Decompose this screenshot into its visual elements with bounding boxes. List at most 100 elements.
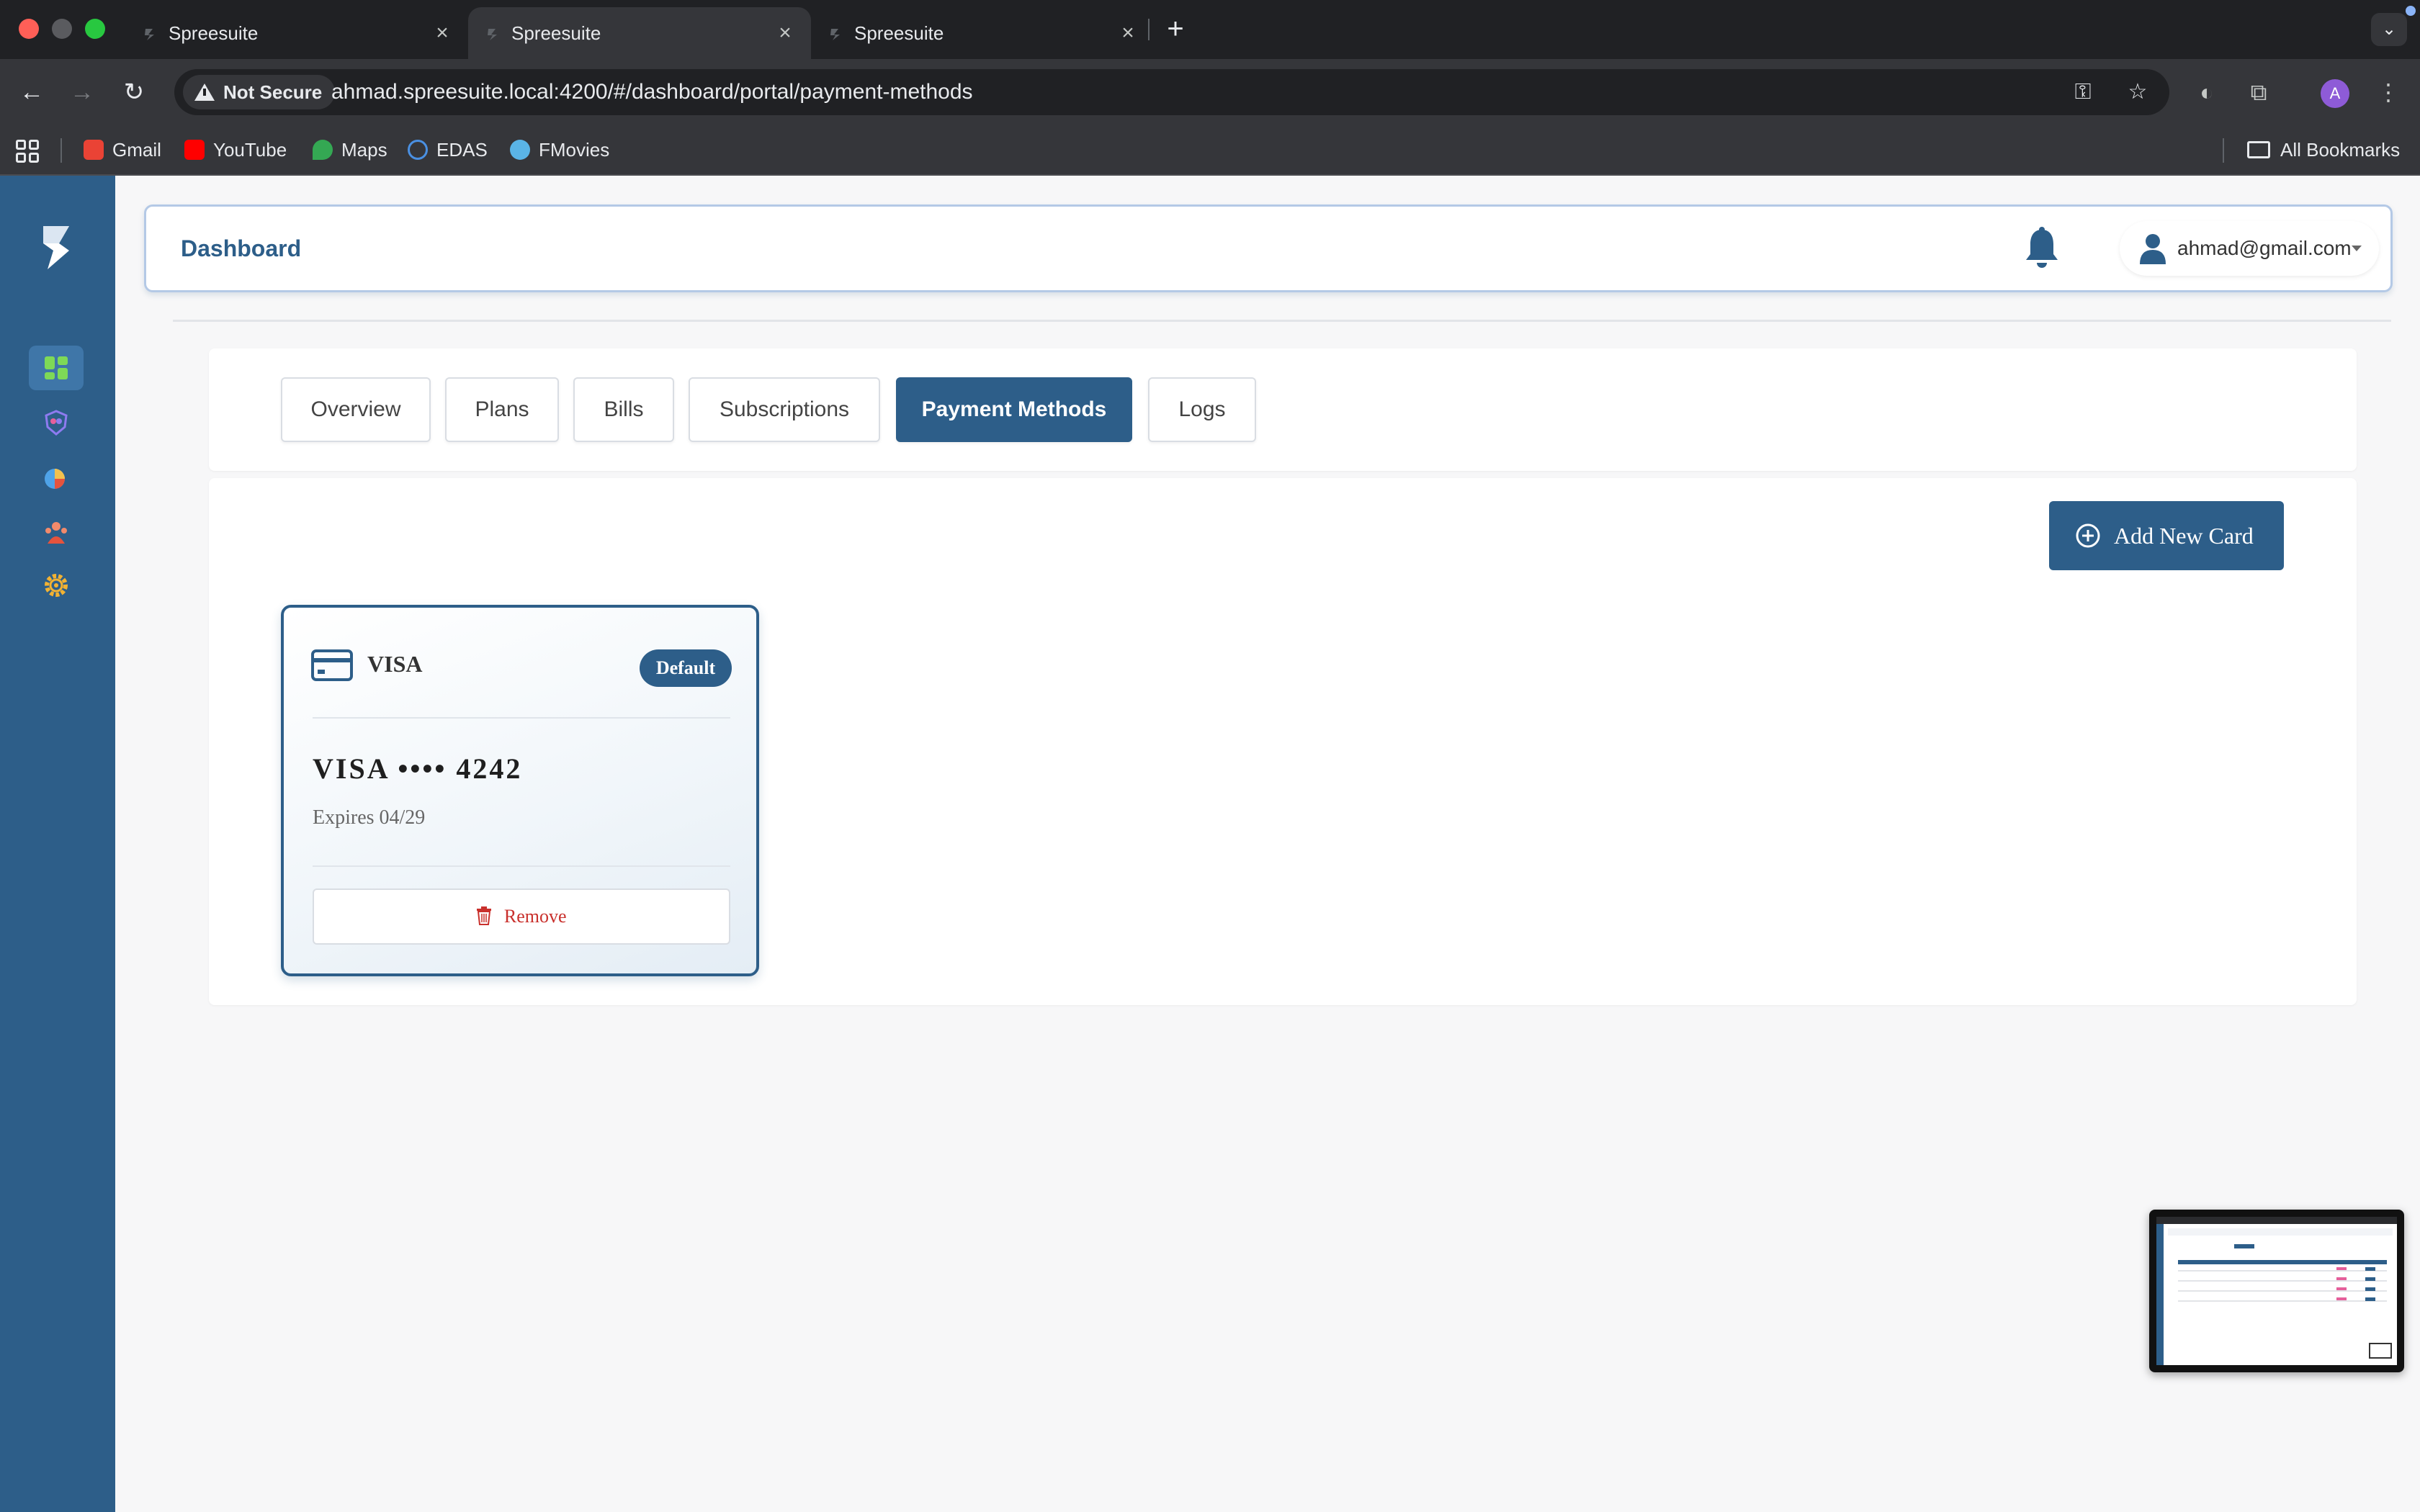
bookmark-fmovies[interactable]: FMovies	[510, 137, 609, 163]
window-minimize-button[interactable]	[52, 19, 72, 39]
payment-methods-panel: Add New Card VISA Default VISA •••• 4242…	[209, 478, 2357, 1005]
trash-icon	[477, 906, 492, 925]
bookmark-label: FMovies	[539, 139, 610, 161]
window-close-button[interactable]	[19, 19, 39, 39]
remove-card-button[interactable]: Remove	[313, 888, 730, 945]
bookmark-star-icon[interactable]: ☆	[2122, 76, 2154, 108]
app-header: Dashboard ahmad@gmail.com	[144, 204, 2393, 292]
url-text: ahmad.spreesuite.local:4200/#/dashboard/…	[331, 80, 973, 104]
spreesuite-favicon-icon	[488, 29, 497, 40]
payment-card: VISA Default VISA •••• 4242 Expires 04/2…	[281, 605, 759, 976]
card-expiry: Expires 04/29	[313, 806, 426, 829]
tab-overview[interactable]: Overview	[281, 377, 431, 442]
spreesuite-logo[interactable]	[37, 222, 75, 274]
folder-icon	[2247, 141, 2270, 158]
dashboard-icon	[45, 356, 68, 379]
spreesuite-favicon-icon	[830, 29, 840, 40]
maps-pin-icon	[313, 140, 333, 160]
tab-logs[interactable]: Logs	[1148, 377, 1256, 442]
password-key-icon[interactable]: ⚿	[2067, 76, 2099, 108]
new-tab-button[interactable]: +	[1160, 13, 1191, 45]
close-icon[interactable]: ×	[774, 22, 797, 45]
apps-grid-icon[interactable]	[16, 140, 39, 163]
close-icon[interactable]: ×	[431, 22, 454, 45]
bookmark-separator	[60, 138, 62, 163]
app-sidebar	[0, 176, 115, 1512]
billing-tabs: Overview Plans Bills Subscriptions Payme…	[209, 348, 2357, 471]
reload-button[interactable]: ↻	[117, 75, 151, 109]
user-icon	[2140, 234, 2166, 264]
card-number: VISA •••• 4242	[313, 752, 523, 785]
user-menu[interactable]: ahmad@gmail.com	[2120, 221, 2379, 276]
not-secure-label: Not Secure	[223, 81, 323, 103]
default-badge: Default	[640, 649, 732, 687]
gear-icon	[45, 574, 68, 597]
screen-preview-image	[2156, 1217, 2397, 1365]
add-new-card-label: Add New Card	[2114, 523, 2254, 549]
extensions-puzzle-icon[interactable]: ⧉	[2241, 75, 2276, 109]
warning-icon	[194, 84, 215, 101]
browser-tab[interactable]: Spreesuite ×	[125, 7, 468, 59]
screen-preview-thumbnail[interactable]	[2149, 1210, 2404, 1372]
all-bookmarks-button[interactable]: All Bookmarks	[2247, 137, 2400, 163]
add-new-card-button[interactable]: Add New Card	[2049, 501, 2284, 570]
bookmark-gmail[interactable]: Gmail	[84, 137, 161, 163]
credit-card-icon	[311, 649, 353, 681]
browser-toolbar: ← → ↻ Not Secure ahmad.spreesuite.local:…	[0, 59, 2420, 125]
bookmark-label: Gmail	[112, 139, 161, 161]
pie-chart-icon	[45, 469, 65, 489]
profile-avatar[interactable]: A	[2321, 79, 2349, 108]
browser-tab-title: Spreesuite	[854, 22, 944, 44]
browser-tab-active[interactable]: Spreesuite ×	[468, 7, 811, 59]
play-icon	[510, 140, 530, 160]
bookmark-maps[interactable]: Maps	[313, 137, 387, 163]
page-title: Dashboard	[181, 235, 302, 261]
back-button[interactable]: ←	[14, 75, 49, 109]
kebab-menu-icon[interactable]: ⋮	[2371, 75, 2406, 109]
tab-plans[interactable]: Plans	[445, 377, 559, 442]
gmail-icon	[84, 140, 104, 160]
chevron-down-icon	[2352, 246, 2362, 251]
card-brand: VISA	[367, 651, 423, 677]
browser-tab-title: Spreesuite	[511, 22, 601, 44]
tab-payment-methods[interactable]: Payment Methods	[896, 377, 1132, 442]
card-divider	[313, 717, 730, 719]
sidebar-item-dashboard[interactable]	[29, 346, 84, 390]
browser-tab-bar: Spreesuite × Spreesuite × Spreesuite × +…	[0, 0, 2420, 59]
react-atom-icon	[408, 140, 428, 160]
bell-icon[interactable]	[2022, 225, 2062, 271]
bookmark-label: EDAS	[436, 139, 488, 161]
user-email: ahmad@gmail.com	[2177, 237, 2352, 259]
notification-dot	[2406, 6, 2416, 16]
tab-search-button[interactable]: ⌄	[2371, 13, 2407, 46]
forward-button[interactable]: →	[65, 75, 99, 109]
preview-graphic	[2156, 1217, 2397, 1365]
all-bookmarks-label: All Bookmarks	[2280, 139, 2401, 161]
window-maximize-button[interactable]	[85, 19, 105, 39]
plus-circle-icon	[2076, 523, 2100, 548]
shield-users-icon	[45, 410, 68, 436]
bookmark-label: Maps	[341, 139, 387, 161]
tab-bills[interactable]: Bills	[573, 377, 674, 442]
not-secure-chip[interactable]: Not Secure	[183, 75, 336, 109]
sidebar-item-users[interactable]	[29, 400, 84, 445]
team-icon	[45, 522, 67, 544]
browser-tab-title: Spreesuite	[169, 22, 259, 44]
youtube-icon	[184, 140, 205, 160]
bookmark-youtube[interactable]: YouTube	[184, 137, 287, 163]
close-icon[interactable]: ×	[1116, 22, 1139, 45]
tab-subscriptions[interactable]: Subscriptions	[689, 377, 880, 442]
address-bar[interactable]: Not Secure ahmad.spreesuite.local:4200/#…	[174, 69, 2169, 115]
sidebar-item-settings[interactable]	[29, 563, 84, 608]
sidebar-item-team[interactable]	[29, 510, 84, 554]
header-divider	[173, 320, 2391, 322]
bookmark-label: YouTube	[213, 139, 287, 161]
spreesuite-favicon-icon	[145, 29, 154, 40]
card-divider	[313, 865, 730, 867]
browser-tab[interactable]: Spreesuite ×	[811, 7, 1154, 59]
sidebar-item-reports[interactable]	[29, 455, 84, 500]
main-content: Dashboard ahmad@gmail.com Overview Plans…	[115, 176, 2420, 1512]
bookmark-separator	[2223, 138, 2224, 163]
bookmark-edas[interactable]: EDAS	[408, 137, 488, 163]
extension-circle-icon[interactable]: ◐	[2190, 75, 2224, 109]
